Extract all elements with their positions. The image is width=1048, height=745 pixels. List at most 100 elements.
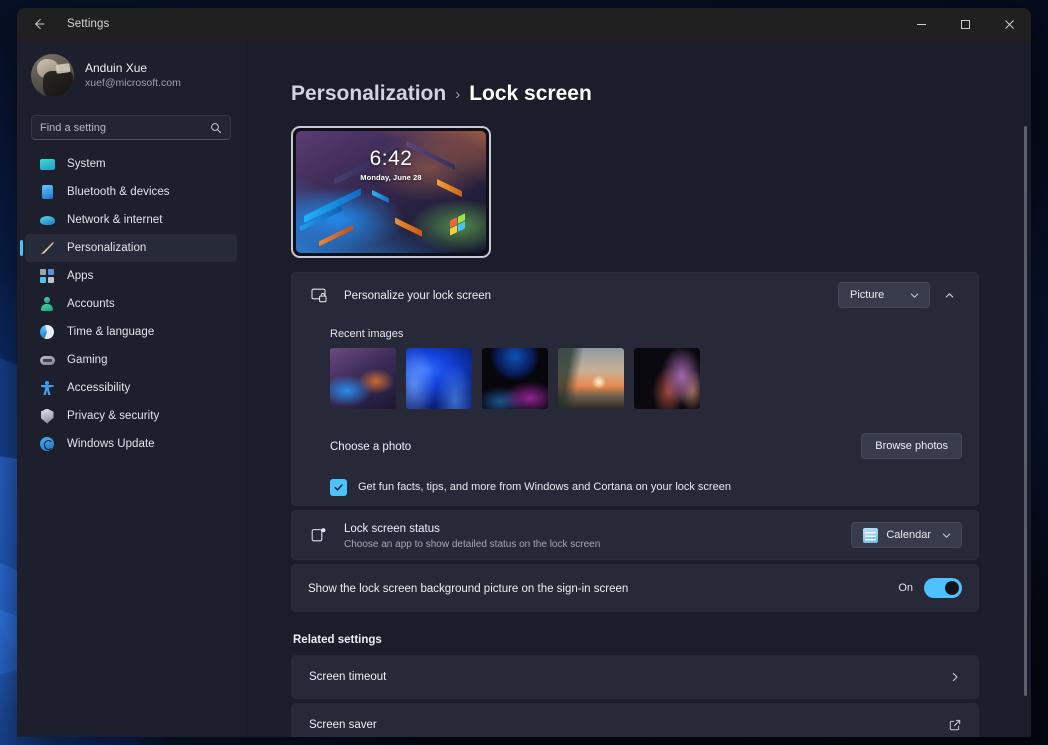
- personalize-type-value: Picture: [850, 289, 885, 301]
- recent-images-block: Recent images: [292, 318, 978, 423]
- chevron-right-icon: [949, 671, 961, 683]
- windows-logo-icon: [450, 213, 466, 236]
- status-badge-icon: [308, 527, 330, 543]
- related-item-screen-timeout[interactable]: Screen timeout: [291, 655, 979, 699]
- lock-screen-preview[interactable]: 6:42 Monday, June 28: [291, 126, 491, 258]
- check-icon: [334, 483, 343, 491]
- sidebar-item-label: Bluetooth & devices: [67, 186, 170, 198]
- sidebar-item-network-internet[interactable]: Network & internet: [25, 206, 237, 234]
- recent-images-label: Recent images: [330, 328, 404, 340]
- sidebar-item-accounts[interactable]: Accounts: [25, 290, 237, 318]
- preview-date: Monday, June 28: [360, 173, 422, 182]
- personalize-header-row[interactable]: Personalize your lock screen Picture: [292, 273, 978, 317]
- search-icon: [210, 122, 222, 134]
- signin-background-card[interactable]: Show the lock screen background picture …: [291, 564, 979, 612]
- personalize-title: Personalize your lock screen: [344, 290, 492, 302]
- breadcrumb-parent[interactable]: Personalization: [291, 82, 446, 106]
- lock-status-title: Lock screen status: [344, 522, 440, 535]
- minimize-button[interactable]: [899, 8, 943, 40]
- title-bar: Settings: [17, 8, 1031, 40]
- window-controls: [899, 8, 1031, 40]
- sidebar-item-time-language[interactable]: Time & language: [25, 318, 237, 346]
- account-card[interactable]: Anduin Xue xuef@microsoft.com: [17, 46, 245, 103]
- personalize-type-dropdown[interactable]: Picture: [838, 282, 930, 308]
- preview-screen: 6:42 Monday, June 28: [296, 131, 486, 253]
- avatar: [31, 54, 74, 97]
- related-item-label: Screen timeout: [309, 671, 387, 683]
- related-item-screen-saver[interactable]: Screen saver: [291, 703, 979, 737]
- chevron-down-icon: [941, 530, 952, 541]
- sidebar-item-label: Accounts: [67, 298, 115, 310]
- sidebar-nav: System Bluetooth & devices Network & int…: [17, 150, 245, 458]
- gamepad-icon: [39, 352, 55, 368]
- sidebar-item-privacy-security[interactable]: Privacy & security: [25, 402, 237, 430]
- back-button[interactable]: [23, 8, 55, 40]
- account-name: Anduin Xue: [85, 61, 148, 75]
- search-box[interactable]: [31, 115, 231, 140]
- preview-clock: 6:42 Monday, June 28: [296, 147, 486, 182]
- fun-facts-checkbox[interactable]: [330, 478, 347, 496]
- bluetooth-icon: [39, 184, 55, 200]
- close-button[interactable]: [987, 8, 1031, 40]
- preview-time: 6:42: [369, 147, 413, 170]
- lock-screen-status-card[interactable]: Lock screen status Choose an app to show…: [291, 510, 979, 560]
- sidebar-item-label: System: [67, 158, 106, 170]
- signin-background-label: Show the lock screen background picture …: [308, 583, 629, 595]
- paintbrush-icon: [39, 240, 55, 256]
- breadcrumb-separator: ›: [455, 85, 461, 103]
- content-scrollbar[interactable]: [1024, 126, 1027, 696]
- related-item-label: Screen saver: [309, 719, 377, 731]
- clock-icon: [39, 324, 55, 340]
- minimize-icon: [916, 23, 926, 25]
- content-pane: Personalization › Lock screen 6:42 Monda…: [245, 40, 1031, 737]
- sidebar-item-gaming[interactable]: Gaming: [25, 346, 237, 374]
- recent-image-thumbnail[interactable]: [406, 348, 472, 409]
- sidebar-item-apps[interactable]: Apps: [25, 262, 237, 290]
- search-input[interactable]: [40, 121, 210, 134]
- monitor-icon: [39, 156, 55, 172]
- page-title: Lock screen: [469, 82, 592, 105]
- recent-image-thumbnail[interactable]: [482, 348, 548, 409]
- browse-photos-button[interactable]: Browse photos: [861, 433, 962, 459]
- signin-background-toggle[interactable]: [924, 578, 962, 598]
- calendar-icon: [863, 527, 879, 543]
- lock-status-app-name: Calendar: [886, 529, 931, 541]
- recent-images-list: [330, 348, 962, 409]
- sidebar: Anduin Xue xuef@microsoft.com Find a set…: [17, 40, 245, 737]
- maximize-icon: [960, 19, 970, 29]
- breadcrumb: Personalization › Lock screen: [291, 82, 979, 106]
- lock-status-app-dropdown[interactable]: Calendar: [851, 522, 962, 548]
- related-settings-heading: Related settings: [293, 634, 382, 646]
- sidebar-item-windows-update[interactable]: Windows Update: [25, 430, 237, 458]
- recent-image-thumbnail[interactable]: [558, 348, 624, 409]
- maximize-button[interactable]: [943, 8, 987, 40]
- sidebar-item-system[interactable]: System: [25, 150, 237, 178]
- sidebar-item-accessibility[interactable]: Accessibility: [25, 374, 237, 402]
- lock-status-subtitle: Choose an app to show detailed status on…: [344, 538, 601, 550]
- chevron-up-icon: [945, 292, 953, 298]
- window-body: Anduin Xue xuef@microsoft.com Find a set…: [17, 40, 1031, 737]
- personalize-expander-button[interactable]: [936, 282, 962, 308]
- wifi-icon: [39, 212, 55, 228]
- account-email: xuef@microsoft.com: [85, 77, 181, 89]
- sidebar-item-personalization[interactable]: Personalization: [20, 234, 237, 262]
- choose-photo-row: Choose a photo Browse photos: [292, 424, 978, 468]
- sidebar-item-bluetooth-devices[interactable]: Bluetooth & devices: [25, 178, 237, 206]
- accessibility-icon: [39, 380, 55, 396]
- sidebar-item-label: Gaming: [67, 354, 108, 366]
- recent-image-thumbnail[interactable]: [330, 348, 396, 409]
- sidebar-item-label: Time & language: [67, 326, 155, 338]
- window-title: Settings: [67, 18, 110, 30]
- choose-photo-label: Choose a photo: [330, 441, 412, 453]
- personalize-card: Personalize your lock screen Picture Rec…: [291, 272, 979, 506]
- fun-facts-row[interactable]: Get fun facts, tips, and more from Windo…: [292, 469, 978, 505]
- sidebar-item-label: Windows Update: [67, 438, 155, 450]
- lock-screen-icon: [308, 288, 330, 303]
- sidebar-item-label: Network & internet: [67, 214, 163, 226]
- sidebar-item-label: Accessibility: [67, 382, 131, 394]
- desktop-background: Settings Anduin Xue xuef@microsoft.com F…: [0, 0, 1048, 745]
- recent-image-thumbnail[interactable]: [634, 348, 700, 409]
- chevron-down-icon: [909, 290, 920, 301]
- signin-background-state: On: [898, 582, 913, 594]
- back-arrow-icon: [35, 19, 45, 29]
